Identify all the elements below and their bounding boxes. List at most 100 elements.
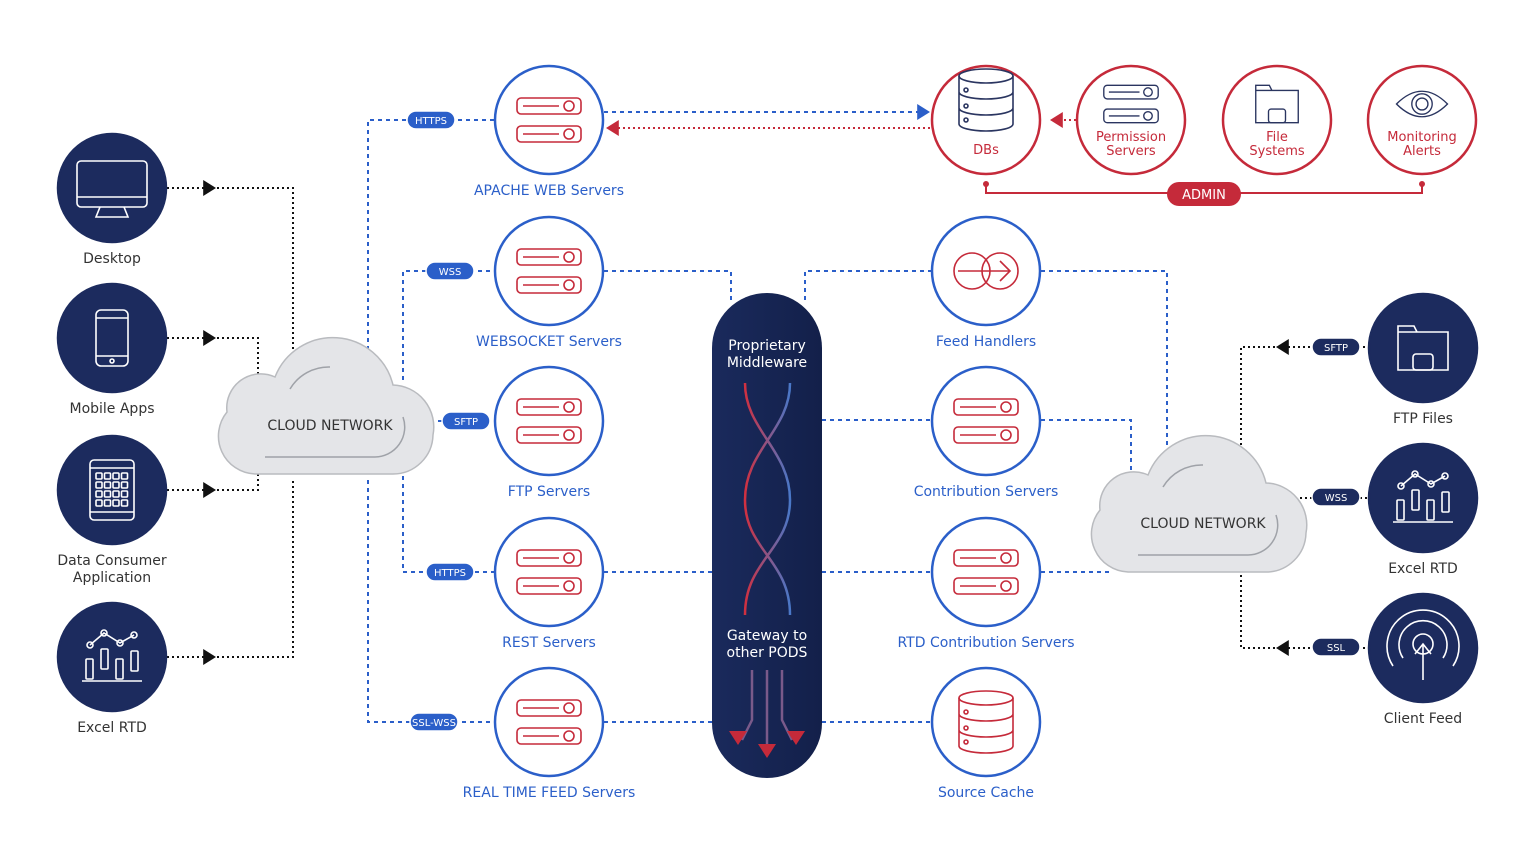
client-label: Desktop	[83, 251, 141, 267]
right-client-node[interactable]: Client Feed	[1367, 592, 1479, 727]
arrow-head-icon	[1050, 112, 1063, 128]
admin-badge: ADMIN	[1167, 182, 1241, 206]
admin-node-label: Alerts	[1403, 144, 1441, 159]
node-circle	[493, 215, 605, 327]
client-label: FTP Files	[1393, 411, 1453, 427]
service-label: RTD Contribution Servers	[897, 635, 1074, 651]
service-node[interactable]: Feed Handlers	[930, 215, 1042, 350]
service-node[interactable]: RTD Contribution Servers	[897, 516, 1075, 651]
service-label: Feed Handlers	[936, 334, 1036, 350]
admin-node-label: Permission	[1096, 130, 1166, 145]
protocol-badge: HTTPS	[425, 562, 475, 582]
node-circle	[56, 434, 168, 546]
admin-node-label: Servers	[1106, 144, 1156, 159]
protocol-badge: WSS	[425, 261, 475, 281]
connector-line	[1240, 346, 1368, 450]
admin-node[interactable]: DBs	[930, 64, 1042, 176]
admin-node[interactable]: FileSystems	[1221, 64, 1333, 176]
client-node-desktop[interactable]: Desktop	[56, 132, 168, 267]
arrow-head-icon	[203, 649, 216, 665]
admin-node-label: Monitoring	[1387, 130, 1457, 145]
cloud-shape	[217, 336, 435, 475]
server-node[interactable]: WEBSOCKET Servers	[476, 215, 622, 350]
middleware-subtitle: Gateway to	[727, 628, 807, 644]
server-node[interactable]: REST Servers	[493, 516, 605, 651]
server-label: FTP Servers	[508, 484, 590, 500]
admin-node-label: File	[1266, 130, 1288, 145]
arrow-head-icon	[203, 330, 216, 346]
server-label: WEBSOCKET Servers	[476, 334, 622, 350]
service-label: Contribution Servers	[914, 484, 1059, 500]
arrow-head-icon	[917, 104, 930, 120]
service-node[interactable]: Source Cache	[930, 666, 1042, 801]
connector-line	[402, 460, 494, 573]
cloud-network-left: CLOUD NETWORK	[217, 336, 435, 475]
client-label: Application	[73, 570, 151, 586]
node-circle	[56, 132, 168, 244]
node-circle	[1367, 292, 1479, 404]
connector-line	[1041, 270, 1168, 450]
cloud-network-right: CLOUD NETWORK	[1090, 434, 1308, 573]
middleware-pillar: ProprietaryMiddleware Gateway toother POD…	[712, 293, 822, 778]
protocol-label: SSL-WSS	[412, 718, 456, 729]
node-circle	[930, 666, 1042, 778]
protocol-badge: WSS	[1311, 487, 1361, 507]
node-circle	[493, 666, 605, 778]
client-node-data-consumer[interactable]: Data ConsumerApplication	[56, 434, 168, 586]
protocol-badge: SSL	[1311, 637, 1361, 657]
service-node[interactable]: Contribution Servers	[914, 365, 1059, 500]
admin-label: ADMIN	[1182, 188, 1226, 203]
protocol-label: SFTP	[1324, 343, 1348, 354]
arrow-head-icon	[203, 482, 216, 498]
node-circle	[56, 282, 168, 394]
arrow-head-icon	[606, 120, 619, 136]
server-node[interactable]: FTP Servers	[493, 365, 605, 500]
service-label: Source Cache	[938, 785, 1034, 801]
middleware-title: Middleware	[727, 355, 807, 371]
server-label: REST Servers	[502, 635, 596, 651]
protocol-label: SFTP	[454, 417, 478, 428]
connector-line	[167, 478, 294, 658]
client-node-mobile-apps[interactable]: Mobile Apps	[56, 282, 168, 417]
admin-node-label: Systems	[1249, 144, 1304, 159]
protocol-badge: SSL-WSS	[409, 712, 459, 732]
protocol-label: WSS	[1325, 493, 1348, 504]
client-label: Data Consumer	[57, 553, 167, 569]
arrow-head-icon	[1276, 640, 1289, 656]
node-circle	[1367, 442, 1479, 554]
node-circle	[56, 601, 168, 713]
right-client-node[interactable]: Excel RTD	[1367, 442, 1479, 577]
connector-line	[402, 270, 494, 380]
protocol-label: SSL	[1327, 643, 1346, 654]
protocol-badge: HTTPS	[406, 110, 456, 130]
client-node-excel-rtd[interactable]: Excel RTD	[56, 601, 168, 736]
cloud-shape	[1090, 434, 1308, 573]
middleware-subtitle: other PODS	[727, 645, 808, 661]
connector-line	[1240, 575, 1368, 649]
client-label: Excel RTD	[77, 720, 147, 736]
server-node[interactable]: APACHE WEB Servers	[474, 64, 624, 199]
connector-line	[804, 270, 931, 300]
node-circle	[930, 365, 1042, 477]
server-label: REAL TIME FEED Servers	[463, 785, 636, 801]
client-label: Mobile Apps	[69, 401, 154, 417]
protocol-label: WSS	[439, 267, 462, 278]
right-client-node[interactable]: FTP Files	[1367, 292, 1479, 427]
admin-node[interactable]: PermissionServers	[1075, 64, 1187, 176]
protocol-badge: SFTP	[1311, 337, 1361, 357]
arrow-head-icon	[1276, 339, 1289, 355]
connector-line	[167, 470, 259, 491]
server-node[interactable]: REAL TIME FEED Servers	[463, 666, 636, 801]
node-circle	[493, 516, 605, 628]
architecture-diagram: Desktop Mobile Apps Data ConsumerApplicati…	[56, 64, 1479, 801]
node-circle	[493, 64, 605, 176]
admin-node-label: DBs	[973, 143, 999, 158]
connector-line	[604, 270, 732, 300]
client-label: Client Feed	[1384, 711, 1462, 727]
protocol-label: HTTPS	[415, 116, 447, 127]
protocol-badge: SFTP	[441, 411, 491, 431]
admin-node[interactable]: MonitoringAlerts	[1366, 64, 1478, 176]
server-label: APACHE WEB Servers	[474, 183, 624, 199]
protocol-label: HTTPS	[434, 568, 466, 579]
cloud-label: CLOUD NETWORK	[267, 418, 393, 434]
